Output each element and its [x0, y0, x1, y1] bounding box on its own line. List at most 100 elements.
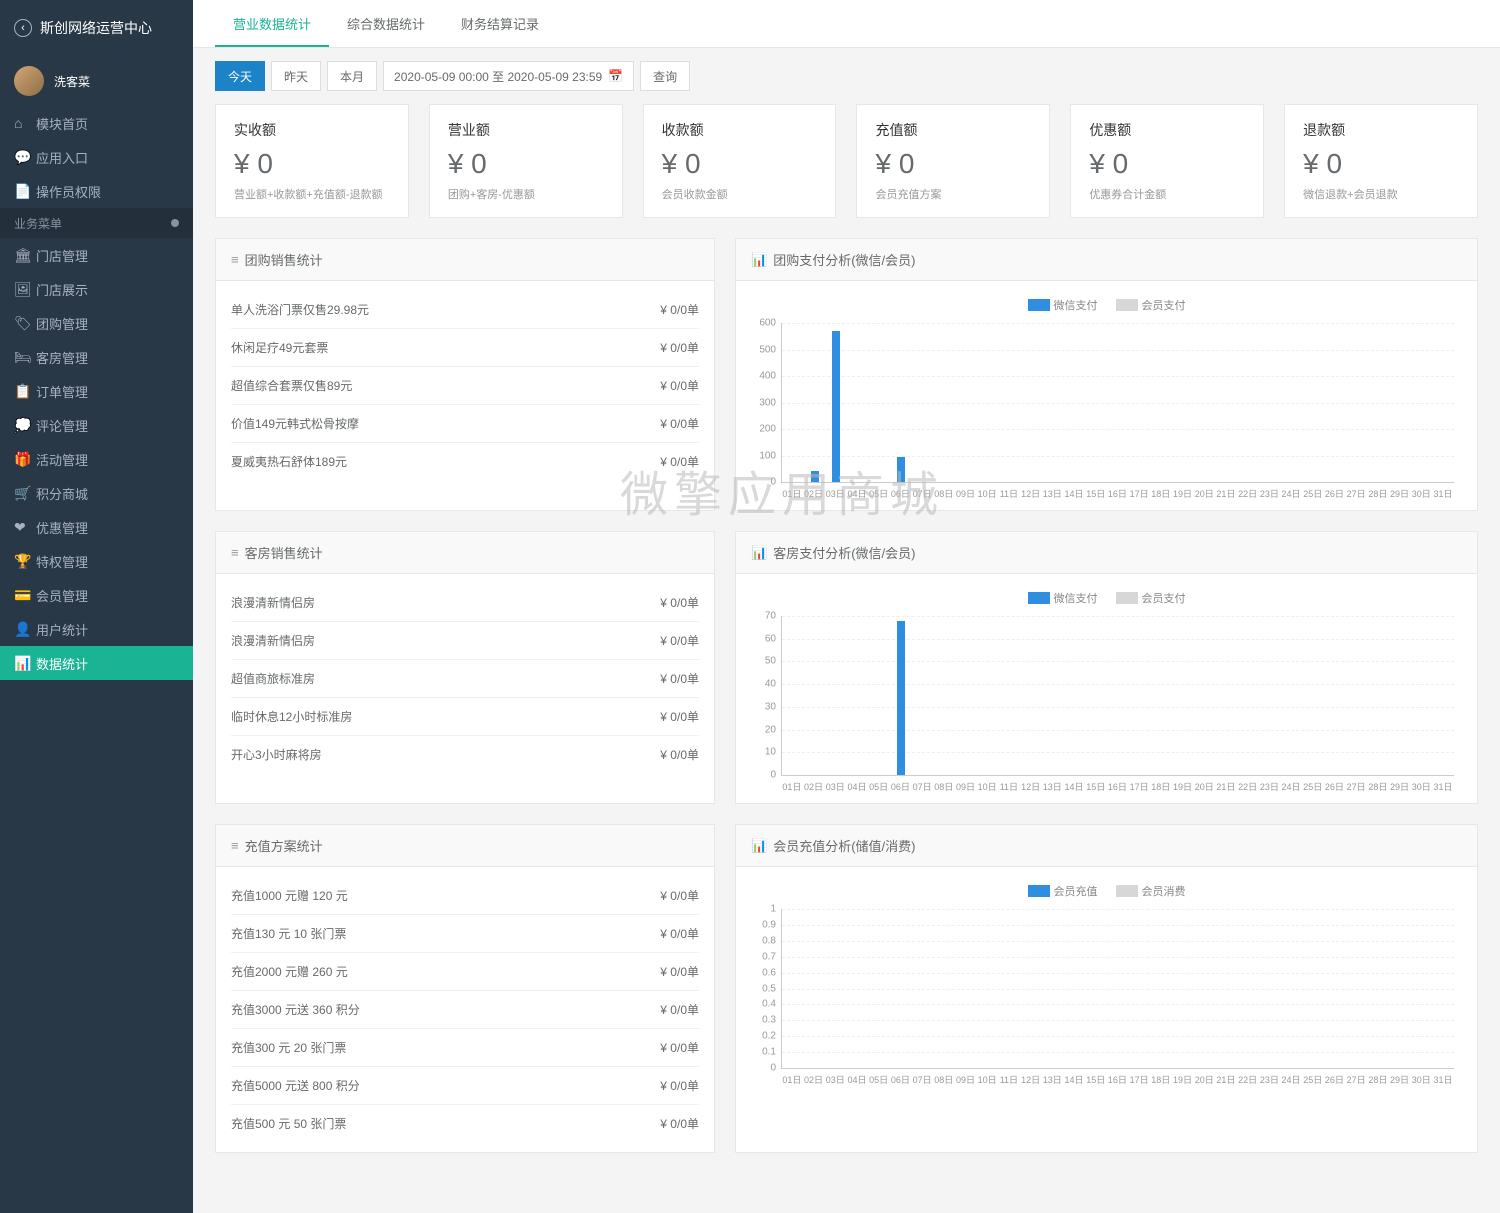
date-range-input[interactable]: 2020-05-09 00:00 至 2020-05-09 23:59 📅	[383, 61, 634, 91]
query-button[interactable]: 查询	[640, 61, 690, 91]
sidebar-item[interactable]: ❤优惠管理	[0, 510, 193, 544]
kpi-value: ¥ 0	[1303, 148, 1459, 180]
sidebar-item[interactable]: 👤用户统计	[0, 612, 193, 646]
sidebar-item[interactable]: 🖼门店展示	[0, 272, 193, 306]
sidebar-item[interactable]: 🏆特权管理	[0, 544, 193, 578]
sidebar-item[interactable]: 🛒积分商城	[0, 476, 193, 510]
sidebar-icon: 👤	[14, 621, 36, 638]
legend-item: 会员支付	[1116, 590, 1186, 606]
sidebar-icon: 💬	[14, 149, 36, 166]
list-item-value: ¥ 0/0单	[660, 377, 699, 394]
list-item-value: ¥ 0/0单	[660, 594, 699, 611]
sidebar-item-label: 评论管理	[36, 416, 88, 435]
tab[interactable]: 营业数据统计	[215, 2, 329, 47]
filter-bar: 今天 昨天 本月 2020-05-09 00:00 至 2020-05-09 2…	[193, 48, 1500, 104]
list-item-value: ¥ 0/0单	[660, 339, 699, 356]
sidebar-icon: ❤	[14, 519, 36, 536]
list-item-name: 超值综合套票仅售89元	[231, 377, 352, 394]
kpi-card: 实收额¥ 0营业额+收款额+充值额-退款额	[215, 104, 409, 218]
list-item: 夏威夷热石舒体189元¥ 0/0单	[231, 443, 699, 480]
sidebar-icon: 📋	[14, 383, 36, 400]
kpi-row: 实收额¥ 0营业额+收款额+充值额-退款额营业额¥ 0团购+客房-优惠额收款额¥…	[215, 104, 1478, 218]
sidebar-item[interactable]: ⌂模块首页	[0, 106, 193, 140]
sidebar-item[interactable]: 🎁活动管理	[0, 442, 193, 476]
list-item-value: ¥ 0/0单	[660, 887, 699, 904]
main: 营业数据统计综合数据统计财务结算记录 今天 昨天 本月 2020-05-09 0…	[193, 0, 1500, 1213]
sidebar-item-label: 应用入口	[36, 148, 88, 167]
panel-title: 客房支付分析(微信/会员)	[773, 543, 915, 562]
list-item-value: ¥ 0/0单	[660, 301, 699, 318]
sidebar-section-header: 业务菜单	[0, 208, 193, 238]
sidebar-icon: 💭	[14, 417, 36, 434]
chart-icon: 📊	[751, 252, 767, 268]
list-item-value: ¥ 0/0单	[660, 1077, 699, 1094]
filter-yesterday[interactable]: 昨天	[271, 61, 321, 91]
list-item-name: 充值5000 元送 800 积分	[231, 1077, 360, 1094]
list-item: 浪漫清新情侣房¥ 0/0单	[231, 584, 699, 622]
panel-title: 客房销售统计	[245, 543, 323, 562]
list-panel: ≡团购销售统计单人洗浴门票仅售29.98元¥ 0/0单休闲足疗49元套票¥ 0/…	[215, 238, 715, 511]
chart-icon: 📊	[751, 838, 767, 854]
collapse-icon[interactable]	[171, 219, 179, 227]
sidebar-icon: 🏛	[14, 247, 36, 264]
tab[interactable]: 综合数据统计	[329, 2, 443, 47]
list-item-name: 夏威夷热石舒体189元	[231, 453, 347, 470]
list-item-value: ¥ 0/0单	[660, 925, 699, 942]
sidebar-icon: 📄	[14, 183, 36, 200]
sidebar-item[interactable]: 💬应用入口	[0, 140, 193, 174]
sidebar-item-label: 订单管理	[36, 382, 88, 401]
kpi-sub: 营业额+收款额+充值额-退款额	[234, 186, 390, 202]
list-item: 充值3000 元送 360 积分¥ 0/0单	[231, 991, 699, 1029]
kpi-label: 退款额	[1303, 120, 1459, 140]
list-item-name: 单人洗浴门票仅售29.98元	[231, 301, 369, 318]
sidebar-item[interactable]: 💳会员管理	[0, 578, 193, 612]
list-item: 价值149元韩式松骨按摩¥ 0/0单	[231, 405, 699, 443]
kpi-sub: 微信退款+会员退款	[1303, 186, 1459, 202]
chart-panel: 📊客房支付分析(微信/会员)微信支付会员支付01020304050607001日…	[735, 531, 1478, 804]
sidebar-section-label: 业务菜单	[14, 215, 62, 232]
legend-item: 会员充值	[1028, 883, 1098, 899]
sidebar: ‹ 斯创网络运营中心 洗客菜 ⌂模块首页💬应用入口📄操作员权限 业务菜单 🏛门店…	[0, 0, 193, 1213]
list-icon: ≡	[231, 545, 239, 560]
kpi-value: ¥ 0	[1089, 148, 1245, 180]
list-item-value: ¥ 0/0单	[660, 632, 699, 649]
sidebar-item[interactable]: 📋订单管理	[0, 374, 193, 408]
filter-month[interactable]: 本月	[327, 61, 377, 91]
sidebar-item[interactable]: 🛏客房管理	[0, 340, 193, 374]
chart-icon: 📊	[751, 545, 767, 561]
list-item-name: 价值149元韩式松骨按摩	[231, 415, 359, 432]
chart-panel: 📊会员充值分析(储值/消费)会员充值会员消费00.10.20.30.40.50.…	[735, 824, 1478, 1153]
list-item: 充值300 元 20 张门票 ¥ 0/0单	[231, 1029, 699, 1067]
user-row[interactable]: 洗客菜	[0, 56, 193, 106]
sidebar-icon: 🏆	[14, 553, 36, 570]
list-item: 浪漫清新情侣房¥ 0/0单	[231, 622, 699, 660]
panel-title: 会员充值分析(储值/消费)	[773, 836, 915, 855]
tab[interactable]: 财务结算记录	[443, 2, 557, 47]
list-item: 临时休息12小时标准房¥ 0/0单	[231, 698, 699, 736]
sidebar-item[interactable]: 💭评论管理	[0, 408, 193, 442]
list-item: 充值500 元 50 张门票¥ 0/0单	[231, 1105, 699, 1142]
sidebar-item-label: 客房管理	[36, 348, 88, 367]
list-item: 充值2000 元赠 260 元¥ 0/0单	[231, 953, 699, 991]
sidebar-item-label: 门店展示	[36, 280, 88, 299]
sidebar-item[interactable]: 📄操作员权限	[0, 174, 193, 208]
kpi-value: ¥ 0	[875, 148, 1031, 180]
tab-bar: 营业数据统计综合数据统计财务结算记录	[193, 0, 1500, 48]
sidebar-nav-top: ⌂模块首页💬应用入口📄操作员权限	[0, 106, 193, 208]
panel-title: 团购支付分析(微信/会员)	[773, 250, 915, 269]
legend-item: 会员消费	[1116, 883, 1186, 899]
sidebar-item-label: 活动管理	[36, 450, 88, 469]
list-item-value: ¥ 0/0单	[660, 1039, 699, 1056]
list-item: 超值综合套票仅售89元 ¥ 0/0单	[231, 367, 699, 405]
sidebar-item[interactable]: 🏛门店管理	[0, 238, 193, 272]
sidebar-icon: 📊	[14, 655, 36, 672]
list-icon: ≡	[231, 252, 239, 267]
sidebar-icon: 🛒	[14, 485, 36, 502]
filter-today[interactable]: 今天	[215, 61, 265, 91]
list-item-name: 充值300 元 20 张门票	[231, 1039, 346, 1056]
sidebar-item[interactable]: 🏷团购管理	[0, 306, 193, 340]
kpi-card: 退款额 ¥ 0 微信退款+会员退款	[1284, 104, 1478, 218]
back-icon[interactable]: ‹	[14, 19, 32, 37]
panel-title: 团购销售统计	[245, 250, 323, 269]
sidebar-item[interactable]: 📊数据统计	[0, 646, 193, 680]
